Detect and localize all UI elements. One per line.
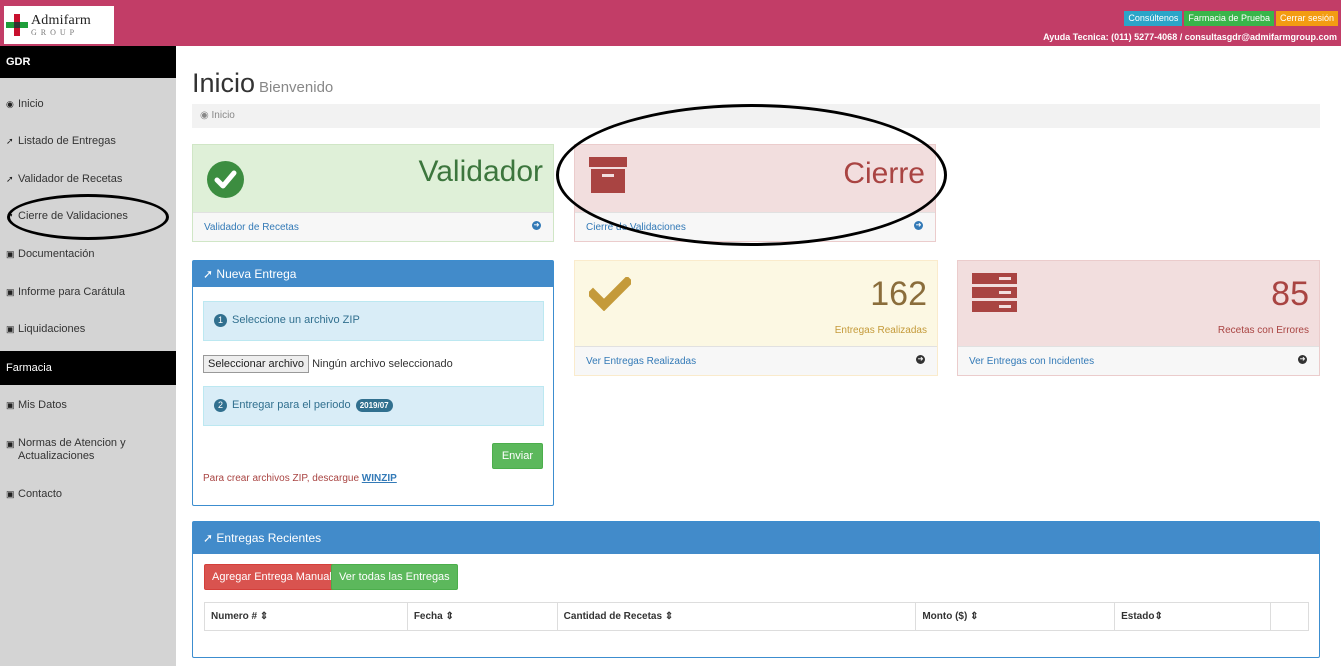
server-stack-icon: [972, 273, 1017, 313]
entregas-recientes-title: Entregas Recientes: [216, 531, 322, 545]
recetas-errores-tile: 85 Recetas con Errores Ver Entregas con …: [957, 260, 1320, 376]
send-arrow-icon: ➚: [6, 136, 14, 146]
column-actions: [1270, 602, 1309, 631]
nueva-entrega-header: ➚ Nueva Entrega: [193, 261, 553, 287]
sidebar-item-liquidaciones[interactable]: ▣ Liquidaciones: [6, 323, 171, 335]
sidebar-item-label: Contacto: [18, 488, 63, 500]
step-number-badge: 2: [214, 399, 227, 412]
page-title: Inicio Bienvenido: [192, 68, 333, 99]
ver-todas-entregas-button[interactable]: Ver todas las Entregas: [331, 564, 458, 590]
errores-link-text: Ver Entregas con Incidentes: [969, 356, 1095, 367]
nueva-entrega-title: Nueva Entrega: [216, 267, 297, 281]
sidebar-item-label: Mis Datos: [18, 399, 67, 411]
farmacia-button[interactable]: Farmacia de Prueba: [1184, 11, 1274, 26]
highlight-annotation: [556, 104, 947, 246]
file-input[interactable]: Seleccionar archivo Ningún archivo selec…: [203, 355, 453, 373]
column-numero[interactable]: Numero # ⇕: [204, 602, 408, 631]
brand-logo[interactable]: Admifarm GROUP: [4, 6, 114, 44]
column-fecha[interactable]: Fecha ⇕: [406, 602, 558, 631]
entregas-footer-link[interactable]: Ver Entregas Realizadas ➜: [575, 346, 937, 375]
column-monto[interactable]: Monto ($) ⇕: [915, 602, 1116, 631]
sidebar-item-mis-datos[interactable]: ▣ Mis Datos: [6, 399, 171, 411]
errores-label: Recetas con Errores: [1217, 325, 1309, 336]
page-subtitle: Bienvenido: [259, 79, 334, 96]
entregas-link-text: Ver Entregas Realizadas: [586, 356, 697, 367]
book-icon: ▣: [6, 249, 15, 259]
file-status-text: Ningún archivo seleccionado: [312, 358, 453, 370]
arrow-circle-right-icon: ➜: [1298, 355, 1307, 364]
dashboard-icon: ◉: [200, 110, 209, 121]
help-contact-text: Ayuda Tecnica: (011) 5277-4068 / consult…: [1043, 32, 1337, 42]
send-arrow-icon: ➚: [203, 531, 214, 545]
sidebar: GDR ◉ Inicio ➚ Listado de Entregas ➚ Val…: [0, 46, 176, 666]
validador-footer-link[interactable]: Validador de Recetas ➜: [193, 212, 553, 241]
column-cantidad[interactable]: Cantidad de Recetas ⇕: [556, 602, 917, 631]
choose-file-button[interactable]: Seleccionar archivo: [203, 355, 309, 373]
sidebar-item-label: Documentación: [18, 248, 95, 260]
sidebar-item-validador[interactable]: ➚ Validador de Recetas: [6, 173, 171, 185]
sidebar-item-informe[interactable]: ▣ Informe para Carátula: [6, 286, 171, 298]
arrow-circle-right-icon: ➜: [914, 221, 923, 230]
entregas-recientes-panel: ➚ Entregas Recientes Agregar Entrega Man…: [192, 521, 1320, 658]
agregar-entrega-manual-button[interactable]: Agregar Entrega Manual: [204, 564, 340, 590]
sidebar-item-label: Validador de Recetas: [18, 173, 123, 185]
zip-note-text: Para crear archivos ZIP, descargue: [203, 473, 360, 484]
breadcrumb-item-inicio[interactable]: Inicio: [212, 110, 235, 121]
arrow-circle-right-icon: ➜: [916, 355, 925, 364]
page-title-text: Inicio: [192, 68, 256, 98]
step-number-badge: 1: [214, 314, 227, 327]
sidebar-item-normas[interactable]: ▣ Normas de Atencion y Actualizaciones: [6, 437, 171, 463]
sidebar-item-label: Liquidaciones: [18, 323, 86, 335]
entregas-realizadas-tile: 162 Entregas Realizadas Ver Entregas Rea…: [574, 260, 938, 376]
top-navbar: Admifarm GROUP Consúltenos Farmacia de P…: [0, 0, 1341, 46]
step1-text: Seleccione un archivo ZIP: [232, 314, 360, 326]
book-icon: ▣: [6, 324, 15, 334]
book-icon: ▣: [6, 439, 15, 449]
sidebar-section-gdr: GDR: [0, 46, 176, 78]
sidebar-item-listado[interactable]: ➚ Listado de Entregas: [6, 135, 171, 147]
sidebar-item-label: Informe para Carátula: [18, 286, 125, 298]
sidebar-item-contacto[interactable]: ▣ Contacto: [6, 488, 171, 500]
column-estado[interactable]: Estado⇕: [1114, 602, 1271, 631]
sidebar-item-documentacion[interactable]: ▣ Documentación: [6, 248, 171, 260]
book-icon: ▣: [6, 400, 15, 410]
validador-link-text: Validador de Recetas: [204, 222, 299, 233]
send-arrow-icon: ➚: [6, 174, 14, 184]
zip-note: Para crear archivos ZIP, descargue WINZI…: [203, 473, 397, 484]
book-icon: ▣: [6, 489, 15, 499]
errores-footer-link[interactable]: Ver Entregas con Incidentes ➜: [958, 346, 1319, 375]
logout-button[interactable]: Cerrar sesión: [1275, 11, 1338, 26]
checkmark-icon: [586, 275, 634, 314]
step2-text: Entregar para el periodo: [232, 399, 351, 411]
consultas-button[interactable]: Consúltenos: [1124, 11, 1183, 26]
send-arrow-icon: ➚: [203, 267, 214, 281]
winzip-link[interactable]: WINZIP: [362, 473, 397, 484]
entregas-recientes-header: ➚ Entregas Recientes: [193, 522, 1319, 554]
logo-subtitle: GROUP: [31, 27, 79, 37]
sidebar-item-label: Normas de Atencion y Actualizaciones: [18, 437, 126, 462]
logo-title: Admifarm: [31, 12, 91, 28]
sidebar-section-farmacia: Farmacia: [0, 351, 176, 385]
highlight-annotation: [7, 194, 169, 240]
step2-alert: 2 Entregar para el periodo 2019/07: [203, 386, 544, 426]
sidebar-item-inicio[interactable]: ◉ Inicio: [6, 98, 171, 110]
sidebar-item-label: Listado de Entregas: [18, 135, 116, 147]
entregas-table: Numero # ⇕ Fecha ⇕ Cantidad de Recetas ⇕…: [204, 602, 1309, 631]
periodo-badge: 2019/07: [355, 399, 393, 412]
entregas-count: 162: [870, 275, 927, 313]
sidebar-item-label: Inicio: [18, 98, 44, 110]
check-circle-icon: [207, 161, 244, 198]
table-header-row: Numero # ⇕ Fecha ⇕ Cantidad de Recetas ⇕…: [204, 602, 1309, 631]
arrow-circle-right-icon: ➜: [532, 221, 541, 230]
cross-logo-icon: [6, 14, 28, 36]
validador-tile: Validador Validador de Recetas ➜: [192, 144, 554, 242]
validador-title: Validador: [418, 155, 543, 188]
entregas-label: Entregas Realizadas: [834, 325, 927, 336]
enviar-button[interactable]: Enviar: [491, 443, 543, 469]
book-icon: ▣: [6, 287, 15, 297]
dashboard-icon: ◉: [6, 99, 14, 109]
errores-count: 85: [1271, 275, 1309, 313]
step1-alert: 1 Seleccione un archivo ZIP: [203, 301, 544, 341]
nueva-entrega-panel: ➚ Nueva Entrega 1 Seleccione un archivo Z…: [192, 260, 554, 506]
